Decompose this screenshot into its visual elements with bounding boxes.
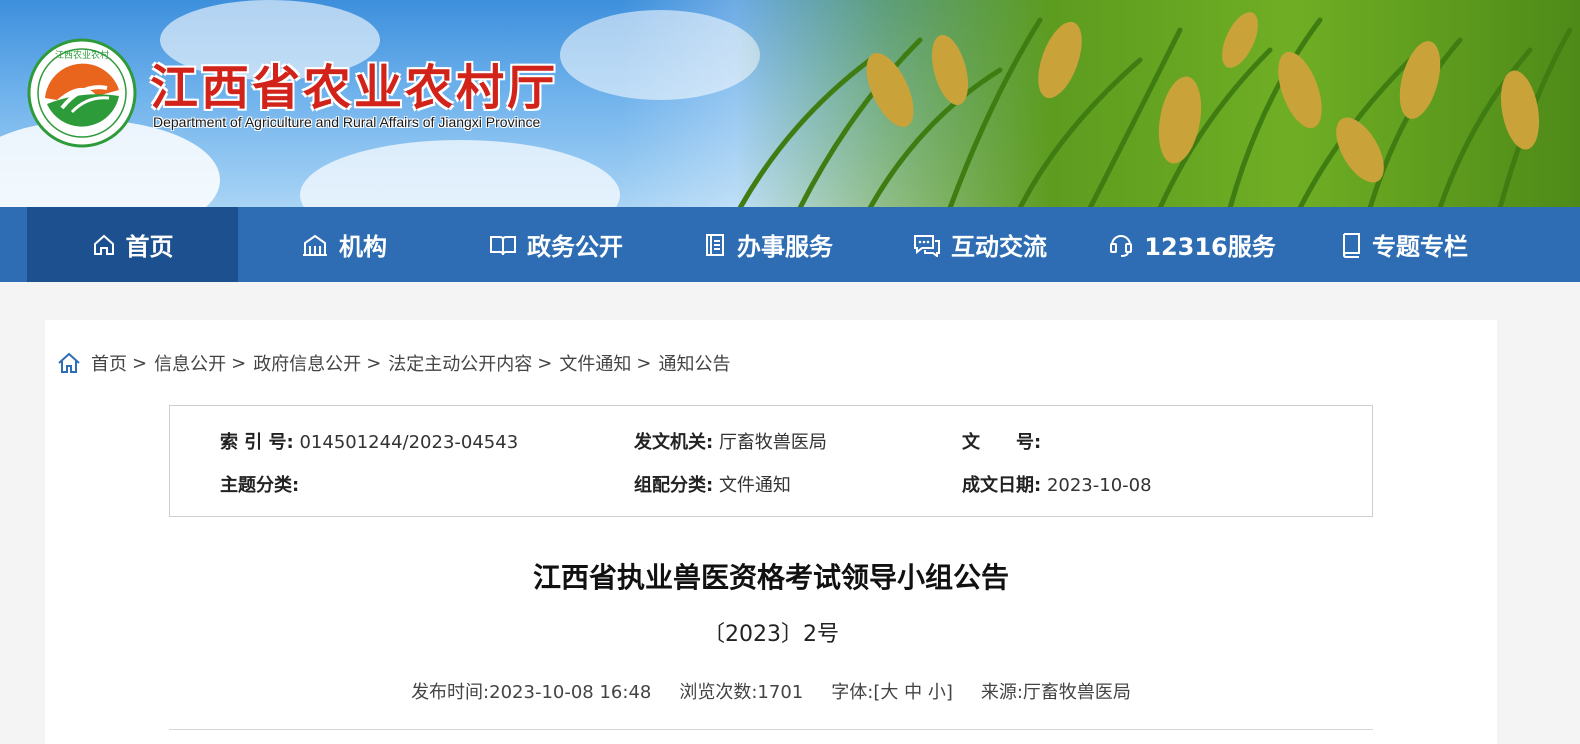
document-number: 文 号: (962, 428, 1041, 454)
breadcrumb-announcements[interactable]: 通知公告 (658, 350, 730, 376)
nav-item-interaction[interactable]: 互动交流 (874, 207, 1086, 282)
book-icon (1342, 232, 1360, 258)
nav-item-services[interactable]: 办事服务 (662, 207, 874, 282)
assignment-category-label: 组配分类: (634, 475, 714, 496)
breadcrumb: 首页 > 信息公开 > 政府信息公开 > 法定主动公开内容 > 文件通知 > 通… (57, 350, 730, 376)
nav-item-home[interactable]: 首页 (27, 207, 238, 282)
article-title: 江西省执业兽医资格考试领导小组公告 (532, 561, 1009, 594)
breadcrumb-home[interactable]: 首页 (91, 350, 127, 376)
chat-icon (914, 234, 940, 257)
nav-item-label: 机构 (339, 233, 387, 261)
site-subtitle: Department of Agriculture and Rural Affa… (153, 114, 541, 130)
department-logo-icon[interactable]: 江西农业农村 (27, 38, 137, 148)
nav-item-label: 办事服务 (737, 233, 833, 261)
rice-field-image (620, 0, 1580, 208)
svg-text:江西农业农村: 江西农业农村 (55, 49, 109, 61)
breadcrumb-separator: > (231, 352, 247, 374)
view-count-label: 浏览次数: (679, 682, 758, 703)
breadcrumb-separator: > (366, 352, 382, 374)
cloud-decoration (300, 140, 620, 208)
nav-item-special-topics[interactable]: 专题专栏 (1298, 207, 1510, 282)
publish-time-value: 2023-10-08 16:48 (489, 682, 652, 703)
font-size-close-bracket: ] (945, 682, 953, 703)
font-size-medium-button[interactable]: 中 (904, 682, 922, 703)
font-size-label: 字体: (831, 682, 874, 703)
nav-item-label: 首页 (125, 233, 174, 261)
breadcrumb-separator: > (537, 352, 553, 374)
nav-item-12316-service[interactable]: 12316服务 (1086, 207, 1298, 282)
site-title[interactable]: 江西省农业农村厅 (150, 48, 558, 118)
index-number-value: 014501244/2023-04543 (299, 432, 519, 453)
font-size-large-button[interactable]: 大 (880, 682, 898, 703)
open-book-icon (490, 235, 516, 255)
view-count-value: 1701 (757, 682, 804, 703)
nav-item-label: 12316服务 (1144, 233, 1276, 261)
assignment-category-value: 文件通知 (718, 475, 791, 496)
written-date-label: 成文日期: (962, 475, 1042, 496)
nav-item-label: 互动交流 (951, 233, 1047, 261)
nav-item-label: 政务公开 (527, 233, 623, 261)
main-nav: 首页 机构 政务公开 办事服务 互动交流 12316服务 专题专栏 (0, 207, 1580, 282)
breadcrumb-info-disclosure[interactable]: 信息公开 (154, 350, 226, 376)
home-icon[interactable] (57, 351, 81, 375)
home-icon (93, 234, 114, 255)
document-icon (706, 233, 724, 256)
content-card: 首页 > 信息公开 > 政府信息公开 > 法定主动公开内容 > 文件通知 > 通… (45, 320, 1497, 744)
index-number-label: 索 引 号: (220, 432, 294, 453)
divider (169, 729, 1373, 730)
publish-time-label: 发布时间: (411, 682, 490, 703)
issuing-authority: 发文机关: 厅畜牧兽医局 (634, 428, 827, 454)
topic-category-label: 主题分类: (220, 475, 300, 496)
document-metadata-table: 索 引 号: 014501244/2023-04543 发文机关: 厅畜牧兽医局… (169, 405, 1373, 517)
index-number: 索 引 号: 014501244/2023-04543 (220, 428, 518, 454)
breadcrumb-document-notices[interactable]: 文件通知 (559, 350, 631, 376)
font-size-small-button[interactable]: 小 (928, 682, 946, 703)
source-value: 厅畜牧兽医局 (1022, 682, 1131, 703)
breadcrumb-statutory-content[interactable]: 法定主动公开内容 (388, 350, 532, 376)
written-date-value: 2023-10-08 (1046, 475, 1152, 496)
article-publish-info: 发布时间:2023-10-08 16:48 浏览次数:1701 字体:[大 中 小]… (45, 678, 1497, 704)
headset-icon (1110, 234, 1133, 257)
issuing-authority-label: 发文机关: (634, 432, 714, 453)
breadcrumb-separator: > (636, 352, 652, 374)
breadcrumb-gov-info[interactable]: 政府信息公开 (253, 350, 361, 376)
topic-category: 主题分类: (220, 471, 299, 497)
issuing-authority-value: 厅畜牧兽医局 (718, 432, 827, 453)
written-date: 成文日期: 2023-10-08 (962, 471, 1152, 497)
nav-item-institutions[interactable]: 机构 (238, 207, 450, 282)
source-label: 来源: (980, 682, 1023, 703)
document-number-label: 文 号: (962, 432, 1042, 453)
assignment-category: 组配分类: 文件通知 (634, 471, 791, 497)
nav-item-government-affairs[interactable]: 政务公开 (450, 207, 662, 282)
breadcrumb-separator: > (132, 352, 148, 374)
site-banner: 江西农业农村 江西省农业农村厅 Department of Agricultur… (0, 0, 1580, 208)
article-number: 〔2023〕2号 (703, 622, 839, 647)
building-icon (303, 234, 327, 256)
nav-item-label: 专题专栏 (1372, 233, 1468, 261)
